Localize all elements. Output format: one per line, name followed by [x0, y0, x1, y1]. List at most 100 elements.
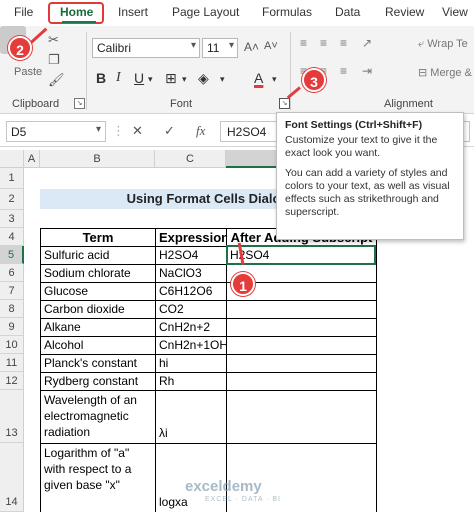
- table-cell[interactable]: Rydberg constant: [41, 373, 156, 391]
- paste-label[interactable]: Paste: [14, 66, 42, 78]
- row-header-14[interactable]: 14: [0, 443, 24, 512]
- bold-icon[interactable]: B: [96, 70, 106, 86]
- tab-review[interactable]: Review: [385, 5, 424, 19]
- font-size-combo[interactable]: 11 ▾: [202, 38, 238, 58]
- name-box[interactable]: D5 ▾: [6, 121, 106, 142]
- data-table: Term Expression After Adding Subscript S…: [40, 228, 377, 512]
- row-header-7[interactable]: 7: [0, 282, 24, 300]
- step-marker-3: 3: [302, 68, 326, 92]
- table-header-term[interactable]: Term: [41, 229, 156, 247]
- row-header-12[interactable]: 12: [0, 372, 24, 390]
- table-cell[interactable]: Wavelength of an electromagnetic radiati…: [41, 391, 156, 444]
- tab-page-layout[interactable]: Page Layout: [172, 5, 239, 19]
- row-header-8[interactable]: 8: [0, 300, 24, 318]
- table-cell[interactable]: λi: [156, 391, 227, 444]
- font-name-combo[interactable]: Calibri ▾: [92, 38, 200, 58]
- table-cell[interactable]: Logarithm of "a" with respect to a given…: [41, 444, 156, 512]
- table-cell[interactable]: hi: [156, 355, 227, 373]
- italic-icon[interactable]: I: [116, 70, 121, 86]
- bottom-align-icon[interactable]: ≡: [340, 36, 347, 50]
- table-cell[interactable]: [227, 337, 377, 355]
- selected-cell-d5[interactable]: [226, 245, 376, 265]
- row-header-4[interactable]: 4: [0, 228, 24, 246]
- row-header-6[interactable]: 6: [0, 264, 24, 282]
- chevron-down-icon[interactable]: ▾: [272, 74, 277, 85]
- tooltip-text: You can add a variety of styles and colo…: [285, 167, 450, 218]
- row-header-11[interactable]: 11: [0, 354, 24, 372]
- merge-button[interactable]: ⊟ Merge &: [418, 66, 472, 79]
- chevron-down-icon[interactable]: ▾: [229, 40, 234, 51]
- chevron-down-icon[interactable]: ▾: [96, 124, 101, 135]
- indent-icon[interactable]: ⇥: [362, 64, 372, 78]
- wrap-text-button[interactable]: ⤶ Wrap Te: [418, 38, 468, 51]
- clipboard-launcher-icon[interactable]: ↘: [74, 98, 85, 109]
- table-cell[interactable]: CO2: [156, 301, 227, 319]
- row-header-10[interactable]: 10: [0, 336, 24, 354]
- font-color-icon[interactable]: A: [254, 70, 263, 86]
- increase-font-icon[interactable]: A˄: [244, 40, 259, 54]
- borders-icon[interactable]: ⊞: [165, 70, 177, 87]
- table-cell[interactable]: [227, 319, 377, 337]
- table-cell[interactable]: [227, 373, 377, 391]
- row-header-5[interactable]: 5: [0, 246, 24, 264]
- chevron-down-icon[interactable]: ▾: [191, 40, 196, 51]
- tab-file[interactable]: File: [14, 5, 33, 19]
- table-cell[interactable]: Alkane: [41, 319, 156, 337]
- ribbon-tabs: File Home Insert Page Layout Formulas Da…: [0, 0, 474, 26]
- table-cell[interactable]: [227, 301, 377, 319]
- fill-color-icon[interactable]: ◈: [198, 70, 209, 87]
- step-marker-2: 2: [8, 36, 32, 60]
- column-header-b[interactable]: B: [40, 150, 155, 168]
- table-cell[interactable]: [227, 355, 377, 373]
- align-right-icon[interactable]: ≡: [340, 64, 347, 78]
- row-header-2[interactable]: 2: [0, 189, 24, 210]
- cancel-icon[interactable]: ✕: [132, 123, 143, 139]
- cut-icon[interactable]: ✂: [48, 32, 59, 48]
- table-cell[interactable]: Sulfuric acid: [41, 247, 156, 265]
- row-header-1[interactable]: 1: [0, 168, 24, 189]
- chevron-down-icon[interactable]: ▾: [148, 74, 153, 85]
- font-settings-launcher-icon[interactable]: ↘: [279, 98, 290, 109]
- tooltip-text: Customize your text to give it the exact…: [285, 134, 438, 159]
- table-cell[interactable]: CnH2n+1OH: [156, 337, 227, 355]
- row-header-3[interactable]: 3: [0, 210, 24, 228]
- table-cell[interactable]: Alcohol: [41, 337, 156, 355]
- column-header-a[interactable]: A: [24, 150, 40, 168]
- table-header-expression[interactable]: Expression: [156, 229, 227, 247]
- merge-label: Merge &: [430, 67, 472, 79]
- tab-insert[interactable]: Insert: [118, 5, 148, 19]
- row-header-13[interactable]: 13: [0, 390, 24, 443]
- more-icon: ⋮: [112, 123, 125, 138]
- decrease-font-icon[interactable]: A˅: [264, 40, 278, 52]
- tab-data[interactable]: Data: [335, 5, 360, 19]
- orientation-icon[interactable]: ↗: [362, 36, 372, 50]
- table-cell[interactable]: H2SO4: [156, 247, 227, 265]
- table-cell[interactable]: Rh: [156, 373, 227, 391]
- copy-icon[interactable]: ❐: [48, 52, 60, 68]
- table-cell[interactable]: Carbon dioxide: [41, 301, 156, 319]
- format-painter-icon[interactable]: 🖌: [48, 72, 65, 88]
- table-cell[interactable]: Sodium chlorate: [41, 265, 156, 283]
- table-cell[interactable]: CnH2n+2: [156, 319, 227, 337]
- font-size-value: 11: [207, 41, 220, 55]
- top-align-icon[interactable]: ≡: [300, 36, 307, 50]
- column-header-c[interactable]: C: [155, 150, 226, 168]
- select-all-corner[interactable]: [0, 150, 24, 168]
- table-cell[interactable]: Glucose: [41, 283, 156, 301]
- row-header-9[interactable]: 9: [0, 318, 24, 336]
- table-cell[interactable]: Planck's constant: [41, 355, 156, 373]
- middle-align-icon[interactable]: ≡: [320, 36, 327, 50]
- table-cell[interactable]: [227, 391, 377, 444]
- tab-home[interactable]: Home: [60, 5, 93, 19]
- table-cell[interactable]: NaClO3: [156, 265, 227, 283]
- tab-home-underline: [62, 21, 96, 23]
- merge-icon: ⊟: [418, 67, 428, 79]
- chevron-down-icon[interactable]: ▾: [182, 74, 187, 85]
- tab-formulas[interactable]: Formulas: [262, 5, 312, 19]
- chevron-down-icon[interactable]: ▾: [220, 74, 225, 85]
- tab-view[interactable]: View: [442, 5, 468, 19]
- insert-function-icon[interactable]: fx: [196, 123, 205, 139]
- table-cell[interactable]: C6H12O6: [156, 283, 227, 301]
- underline-icon[interactable]: U: [134, 70, 144, 86]
- enter-icon[interactable]: ✓: [164, 123, 175, 139]
